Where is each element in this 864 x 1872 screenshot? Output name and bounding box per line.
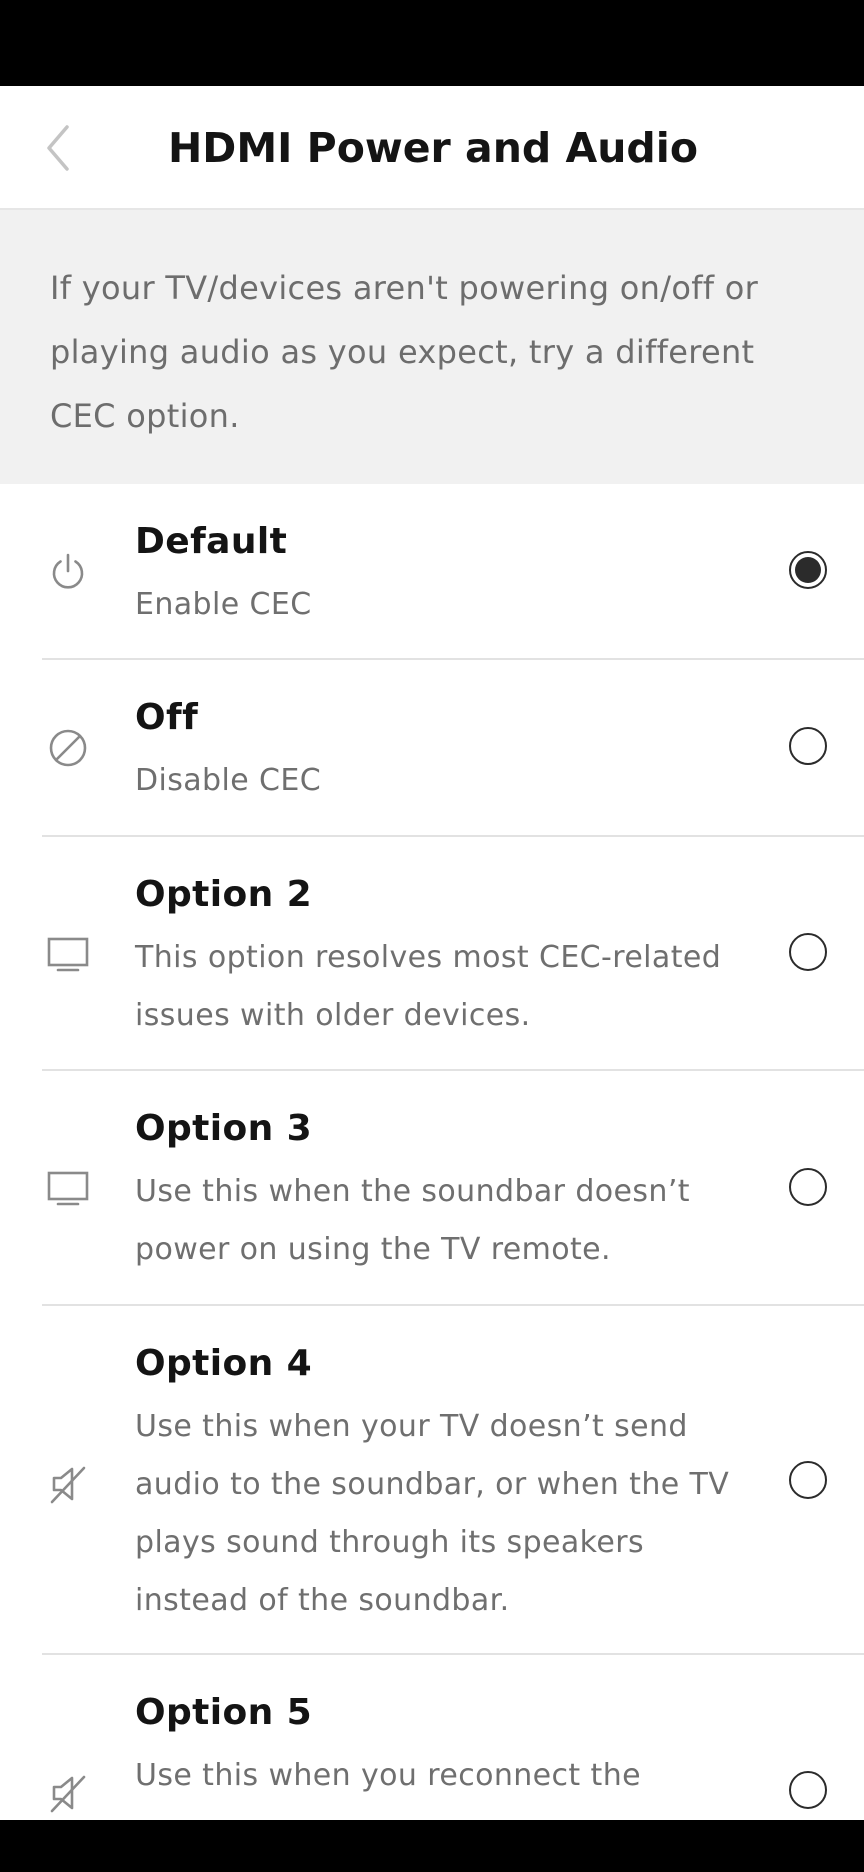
tv-icon [46,933,90,977]
speaker-muted-icon [46,1771,90,1815]
option-description: Disable CEC [135,763,322,798]
option-title: Option 2 [135,874,313,915]
tv-icon [46,1167,90,1211]
option-4[interactable]: Option 4 Use this when your TV doesn’t s… [0,1306,864,1655]
header: HDMI Power and Audio [0,86,864,210]
option-text: Option 3 Use this when the soundbar does… [135,1107,755,1279]
cec-options-list: Default Enable CEC Off Disable CEC Optio… [0,484,864,1835]
option-title: Option 3 [135,1108,313,1149]
option-description: This option resolves most CEC-related is… [135,940,722,1033]
radio-option-2[interactable] [789,933,827,971]
option-text: Off Disable CEC [135,696,755,810]
disabled-icon [46,726,90,770]
navigation-bar [0,1820,864,1872]
option-description: Use this when your TV doesn’t send audio… [135,1409,730,1618]
info-text: If your TV/devices aren't powering on/of… [50,269,759,435]
info-banner: If your TV/devices aren't powering on/of… [0,210,864,484]
option-description: Enable CEC [135,587,312,622]
option-text: Option 2 This option resolves most CEC-r… [135,873,755,1045]
option-text: Default Enable CEC [135,520,755,634]
option-off[interactable]: Off Disable CEC [0,660,864,837]
speaker-muted-icon [46,1462,90,1506]
status-bar [0,0,864,86]
radio-option-3[interactable] [789,1168,827,1206]
option-title: Default [135,521,288,562]
option-5[interactable]: Option 5 Use this when you reconnect the [0,1655,864,1835]
option-default[interactable]: Default Enable CEC [0,484,864,660]
page-title: HDMI Power and Audio [167,124,699,172]
option-description: Use this when the soundbar doesn’t power… [135,1174,690,1267]
radio-default[interactable] [789,551,827,589]
option-3[interactable]: Option 3 Use this when the soundbar does… [0,1071,864,1306]
radio-option-5[interactable] [789,1771,827,1809]
option-text: Option 4 Use this when your TV doesn’t s… [135,1342,755,1630]
option-title: Option 4 [135,1343,313,1384]
radio-option-4[interactable] [789,1461,827,1499]
option-2[interactable]: Option 2 This option resolves most CEC-r… [0,837,864,1071]
option-title: Option 5 [135,1692,313,1733]
option-title: Off [135,697,199,738]
option-text: Option 5 Use this when you reconnect the [135,1691,755,1805]
radio-off[interactable] [789,727,827,765]
option-description: Use this when you reconnect the [135,1758,641,1793]
power-icon [46,550,90,594]
